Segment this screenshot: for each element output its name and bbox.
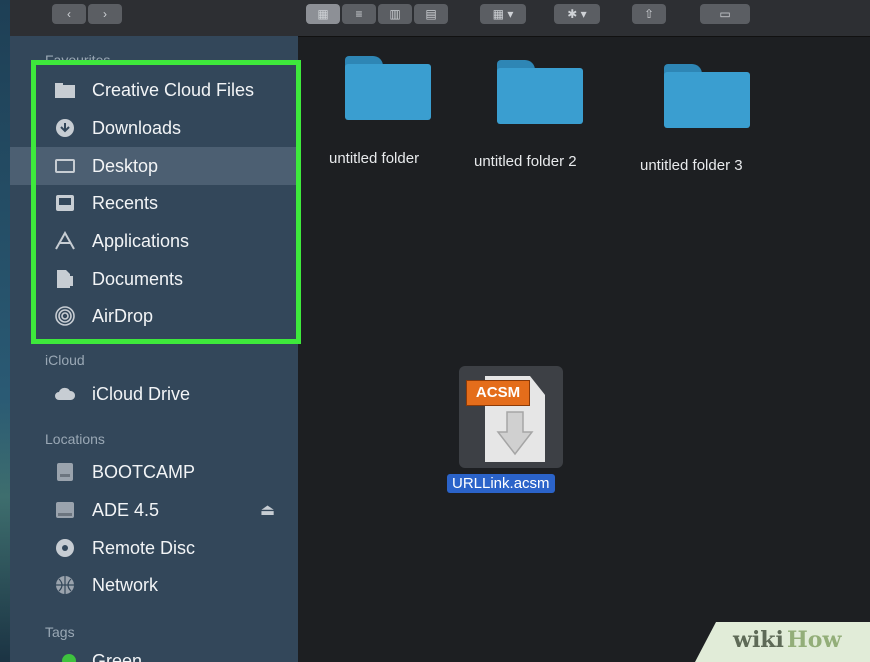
green-tag-dot: [62, 654, 76, 662]
folder-icon[interactable]: [345, 56, 431, 120]
tag-button[interactable]: ▭: [700, 4, 750, 24]
column-view-button[interactable]: ▥: [378, 4, 412, 24]
folder-label[interactable]: untitled folder 3: [640, 157, 743, 174]
list-icon: ≡: [355, 7, 363, 21]
sidebar-item-ade[interactable]: ADE 4.5 ⏏: [10, 491, 296, 529]
back-button[interactable]: ‹: [52, 4, 86, 24]
section-tags: Tags: [45, 624, 75, 640]
eject-icon[interactable]: ⏏: [260, 500, 275, 520]
share-button[interactable]: ⇧: [632, 4, 666, 24]
file-type-badge: ACSM: [466, 380, 530, 406]
sidebar-item-label: ADE 4.5: [92, 500, 160, 520]
sidebar-item-label: BOOTCAMP: [92, 462, 196, 482]
folder-label[interactable]: untitled folder 2: [474, 153, 577, 170]
folder-icon[interactable]: [664, 64, 750, 128]
action-button[interactable]: ✱ ▾: [554, 4, 600, 24]
sidebar-item-icloud-drive[interactable]: iCloud Drive: [10, 375, 296, 413]
sidebar-item-label: iCloud Drive: [92, 384, 191, 404]
icon-view-button[interactable]: ▦: [306, 4, 340, 24]
chevron-left-icon: ‹: [67, 7, 71, 21]
folder-icon[interactable]: [497, 60, 583, 124]
download-arrow-icon: [496, 411, 534, 456]
disc-icon: [56, 539, 74, 557]
sidebar-item-label: Remote Disc: [92, 538, 196, 558]
folder-label[interactable]: untitled folder: [329, 150, 419, 167]
favourites-highlight-box: [31, 60, 301, 344]
sidebar-item-label: Green: [92, 651, 143, 662]
disk-icon: [57, 463, 73, 481]
gallery-icon: ▤: [425, 7, 437, 21]
sidebar-item-remote-disc[interactable]: Remote Disc: [10, 529, 296, 567]
watermark-part2: How: [787, 627, 842, 653]
gallery-view-button[interactable]: ▤: [414, 4, 448, 24]
group-button[interactable]: ▦ ▾: [480, 4, 526, 24]
chevron-right-icon: ›: [103, 7, 107, 21]
tag-icon: ▭: [719, 7, 731, 21]
disk-icon: [56, 502, 74, 518]
grid-icon: ▦: [317, 7, 329, 21]
file-name-label[interactable]: URLLink.acsm: [447, 474, 555, 493]
gear-icon: ✱ ▾: [567, 7, 587, 21]
watermark-part1: wiki: [733, 627, 784, 653]
cloud-icon: [55, 387, 76, 400]
sidebar-item-label: Network: [92, 575, 159, 595]
sidebar-item-tag-green[interactable]: Green: [10, 648, 296, 662]
share-icon: ⇧: [643, 7, 655, 21]
sidebar-item-network[interactable]: Network: [10, 566, 296, 604]
network-icon: [56, 576, 74, 594]
finder-toolbar: ‹ › ▦ ≡ ▥ ▤ ▦ ▾ ✱ ▾ ⇧ ▭: [10, 0, 870, 37]
forward-button[interactable]: ›: [88, 4, 122, 24]
desktop-edge: [0, 0, 10, 662]
list-view-button[interactable]: ≡: [342, 4, 376, 24]
wikihow-watermark: wiki How: [695, 622, 870, 662]
sidebar-item-bootcamp[interactable]: BOOTCAMP: [10, 453, 296, 491]
group-icon: ▦ ▾: [492, 7, 514, 21]
section-icloud: iCloud: [45, 352, 85, 368]
columns-icon: ▥: [389, 7, 401, 21]
section-locations: Locations: [45, 431, 105, 447]
